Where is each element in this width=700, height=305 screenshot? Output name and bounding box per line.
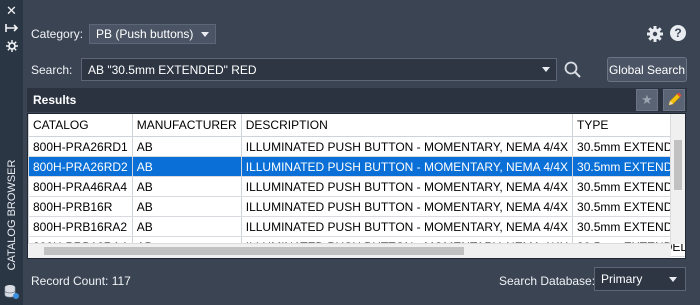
cell-description[interactable]: ILLUMINATED PUSH BUTTON - MOMENTARY, NEM…: [241, 136, 574, 157]
horizontal-scrollbar[interactable]: [28, 243, 671, 258]
column-header-description[interactable]: DESCRIPTION: [241, 114, 574, 137]
global-search-button[interactable]: Global Search: [607, 57, 687, 82]
category-label: Category:: [31, 27, 84, 41]
cell-catalog[interactable]: 800H-PRB16R: [28, 196, 133, 217]
search-row: Search:: [31, 58, 72, 82]
cell-manufacturer[interactable]: AB: [132, 136, 242, 157]
category-value: PB (Push buttons): [96, 27, 194, 41]
cell-type[interactable]: 30.5mm EXTENDED: [572, 136, 685, 157]
table-row[interactable]: 800H-PRA26RD2 AB ILLUMINATED PUSH BUTTON -…: [28, 156, 685, 177]
cell-description[interactable]: ILLUMINATED PUSH BUTTON - MOMENTARY, NEM…: [241, 176, 574, 197]
search-value: AB "30.5mm EXTENDED" RED: [88, 62, 257, 77]
cell-description[interactable]: ILLUMINATED PUSH BUTTON - MOMENTARY, NEM…: [241, 196, 574, 217]
results-title: Results: [33, 93, 77, 107]
cell-manufacturer[interactable]: AB: [132, 196, 242, 217]
search-database-value: Primary: [601, 272, 643, 286]
scroll-thumb[interactable]: [674, 140, 682, 190]
cell-catalog[interactable]: 800H-PRB16RA2: [28, 216, 133, 237]
cell-type[interactable]: 30.5mm EXTENDED: [572, 196, 685, 217]
chevron-down-icon: [201, 31, 210, 37]
column-header-type[interactable]: TYPE: [572, 114, 685, 137]
palette-sidebar: ✕ CATALOG BROWSER: [0, 0, 24, 305]
database-icon[interactable]: [4, 284, 19, 302]
table-row[interactable]: 800H-PRA26RD1 AB ILLUMINATED PUSH BUTTON -…: [28, 136, 685, 157]
results-header: Results ★: [27, 88, 687, 112]
cell-type[interactable]: 30.5mm EXTENDED: [572, 216, 685, 237]
chevron-down-icon: [669, 276, 677, 282]
column-header-manufacturer[interactable]: MANUFACTURER: [132, 114, 242, 137]
record-count: Record Count: 117: [31, 274, 131, 288]
cell-description[interactable]: ILLUMINATED PUSH BUTTON - MOMENTARY, NEM…: [241, 216, 574, 237]
cell-manufacturer[interactable]: AB: [132, 216, 242, 237]
cell-catalog[interactable]: 800H-PRA26RD2: [28, 156, 133, 177]
pencil-icon[interactable]: [663, 89, 685, 111]
table-row[interactable]: 800H-PRB16R AB ILLUMINATED PUSH BUTTON - M…: [28, 196, 685, 217]
help-icon[interactable]: ?: [670, 25, 686, 41]
close-icon[interactable]: ✕: [4, 4, 19, 18]
sidebar-title: CATALOG BROWSER: [5, 159, 18, 271]
cell-manufacturer[interactable]: AB: [132, 156, 242, 177]
table-row[interactable]: 800H-PRB16RA2 AB ILLUMINATED PUSH BUTTON -…: [28, 216, 685, 237]
cell-description[interactable]: ILLUMINATED PUSH BUTTON - MOMENTARY, NEM…: [241, 156, 574, 177]
properties-icon[interactable]: [4, 40, 19, 54]
table-header-row: CATALOG MANUFACTURER DESCRIPTION TYPE: [28, 114, 685, 137]
vertical-scrollbar[interactable]: [670, 114, 685, 244]
cell-type[interactable]: 30.5mm EXTENDED: [572, 156, 685, 177]
column-header-catalog[interactable]: CATALOG: [28, 114, 133, 137]
cell-manufacturer[interactable]: AB: [132, 176, 242, 197]
gear-icon[interactable]: [646, 25, 664, 43]
search-database-label: Search Database:: [499, 274, 596, 288]
cell-type[interactable]: 30.5mm EXTENDED: [572, 176, 685, 197]
sidebar-title-wrap: CATALOG BROWSER: [0, 150, 23, 280]
search-label: Search:: [31, 63, 73, 77]
pin-icon[interactable]: [4, 22, 19, 36]
cell-catalog[interactable]: 800H-PRA46RA4: [28, 176, 133, 197]
search-input[interactable]: AB "30.5mm EXTENDED" RED: [81, 58, 557, 81]
catalog-browser-panel: Category: PB (Push buttons) ? Search: AB…: [23, 0, 700, 305]
chevron-down-icon[interactable]: [542, 67, 550, 72]
category-row: Category: PB (Push buttons): [31, 23, 217, 45]
search-icon[interactable]: [563, 60, 583, 80]
table-row[interactable]: 800H-PRA46RA4 AB ILLUMINATED PUSH BUTTON -…: [28, 176, 685, 197]
star-icon[interactable]: ★: [636, 89, 658, 111]
search-database-dropdown[interactable]: Primary: [594, 267, 686, 291]
results-table: CATALOG MANUFACTURER DESCRIPTION TYPE 80…: [27, 113, 686, 259]
scroll-thumb[interactable]: [44, 247, 464, 255]
category-dropdown[interactable]: PB (Push buttons): [89, 24, 217, 44]
cell-catalog[interactable]: 800H-PRA26RD1: [28, 136, 133, 157]
